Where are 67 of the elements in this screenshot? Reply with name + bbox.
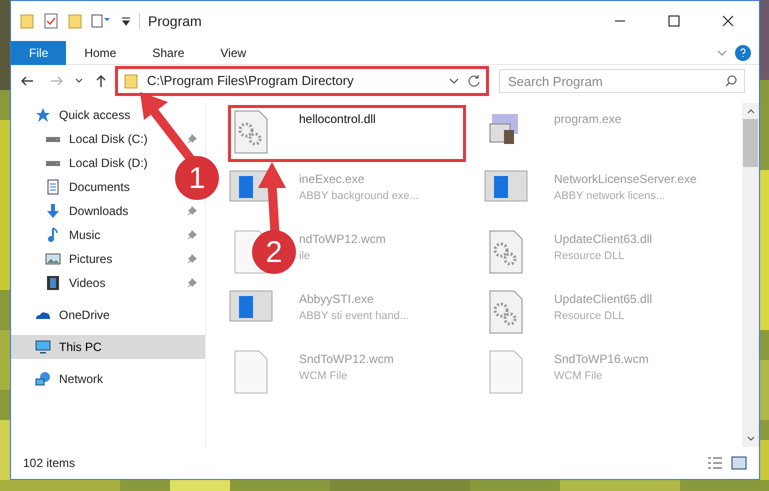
scrollbar[interactable] <box>742 103 759 447</box>
nav-item[interactable]: Quick access <box>35 106 130 124</box>
file-description: ABBY background exe... <box>299 189 419 204</box>
nav-item[interactable]: Documents <box>45 178 130 196</box>
gear-file-icon <box>488 230 524 274</box>
file-description: ile <box>299 249 312 264</box>
gear-file-icon <box>233 110 269 154</box>
search-field[interactable]: Search Program <box>499 69 745 93</box>
scroll-thumb[interactable] <box>743 119 758 167</box>
window-icon <box>484 170 528 202</box>
window-title: Program <box>148 12 203 31</box>
address-bar[interactable]: C:\Program Files\Program Directory <box>119 70 485 92</box>
help-icon[interactable] <box>735 44 751 60</box>
search-icon <box>725 75 737 87</box>
monitor-icon <box>35 339 51 355</box>
folder-icon[interactable] <box>67 13 83 29</box>
folder-icon <box>123 73 139 89</box>
nav-item[interactable]: OneDrive <box>35 306 110 324</box>
gear-file-icon <box>488 290 524 334</box>
ribbon-tab[interactable]: Share <box>134 40 202 64</box>
item-count: 102 items <box>23 455 76 472</box>
address-path: C:\Program Files\Program Directory <box>147 72 355 90</box>
thumbnail-view-icon[interactable] <box>731 456 747 470</box>
ribbon-tab[interactable]: View <box>202 40 264 64</box>
pin-icon[interactable] <box>187 206 197 216</box>
nav-item[interactable]: Pictures <box>45 250 197 268</box>
pictures-icon <box>45 251 61 267</box>
nav-item[interactable]: Local Disk (D:) <box>45 154 148 172</box>
file-description: ABBY sti event hand... <box>299 309 409 324</box>
ribbon-tab[interactable]: Home <box>66 40 134 64</box>
ribbon-tab[interactable]: File <box>11 40 66 64</box>
document-icon <box>45 179 61 195</box>
file-name[interactable]: hellocontrol.dll <box>299 110 376 128</box>
nav-item[interactable]: Downloads <box>45 202 197 220</box>
file-description: ABBY network licens... <box>554 189 666 204</box>
nav-item[interactable]: Music <box>45 226 197 244</box>
drive-icon <box>45 136 61 142</box>
chevron-icon[interactable] <box>449 76 459 86</box>
checklist-icon[interactable] <box>43 13 59 29</box>
star-icon <box>35 107 51 123</box>
drive-icon <box>45 160 61 166</box>
down-arrow-icon <box>45 203 61 219</box>
pin-icon[interactable] <box>187 230 197 240</box>
blank-file-icon <box>488 350 524 394</box>
pin-icon[interactable] <box>187 254 197 264</box>
file-description: Resource DLL <box>554 249 626 264</box>
details-view-icon[interactable] <box>707 456 723 470</box>
network-icon <box>35 371 51 387</box>
dropdown-icon[interactable] <box>121 16 131 26</box>
file-description: WCM File <box>299 369 348 384</box>
folder-icon[interactable] <box>19 13 35 29</box>
nav-item[interactable]: Network <box>35 370 104 388</box>
blank-file-icon <box>233 350 269 394</box>
file-description: Resource DLL <box>554 309 626 324</box>
film-icon <box>45 275 61 291</box>
nav-item[interactable]: This PC <box>35 338 102 356</box>
window-icon <box>229 290 273 322</box>
chevron-icon[interactable] <box>75 77 83 85</box>
pin-icon[interactable] <box>187 134 197 144</box>
properties-icon[interactable] <box>91 13 113 29</box>
refresh-icon[interactable] <box>467 74 481 88</box>
scroll-down-icon[interactable] <box>746 435 754 443</box>
file-description: WCM File <box>554 369 604 384</box>
pin-icon[interactable] <box>187 278 197 288</box>
nav-item[interactable]: Videos <box>45 274 197 292</box>
nav-item[interactable]: Local Disk (C:) <box>45 130 197 148</box>
scroll-up-icon[interactable] <box>746 107 754 115</box>
